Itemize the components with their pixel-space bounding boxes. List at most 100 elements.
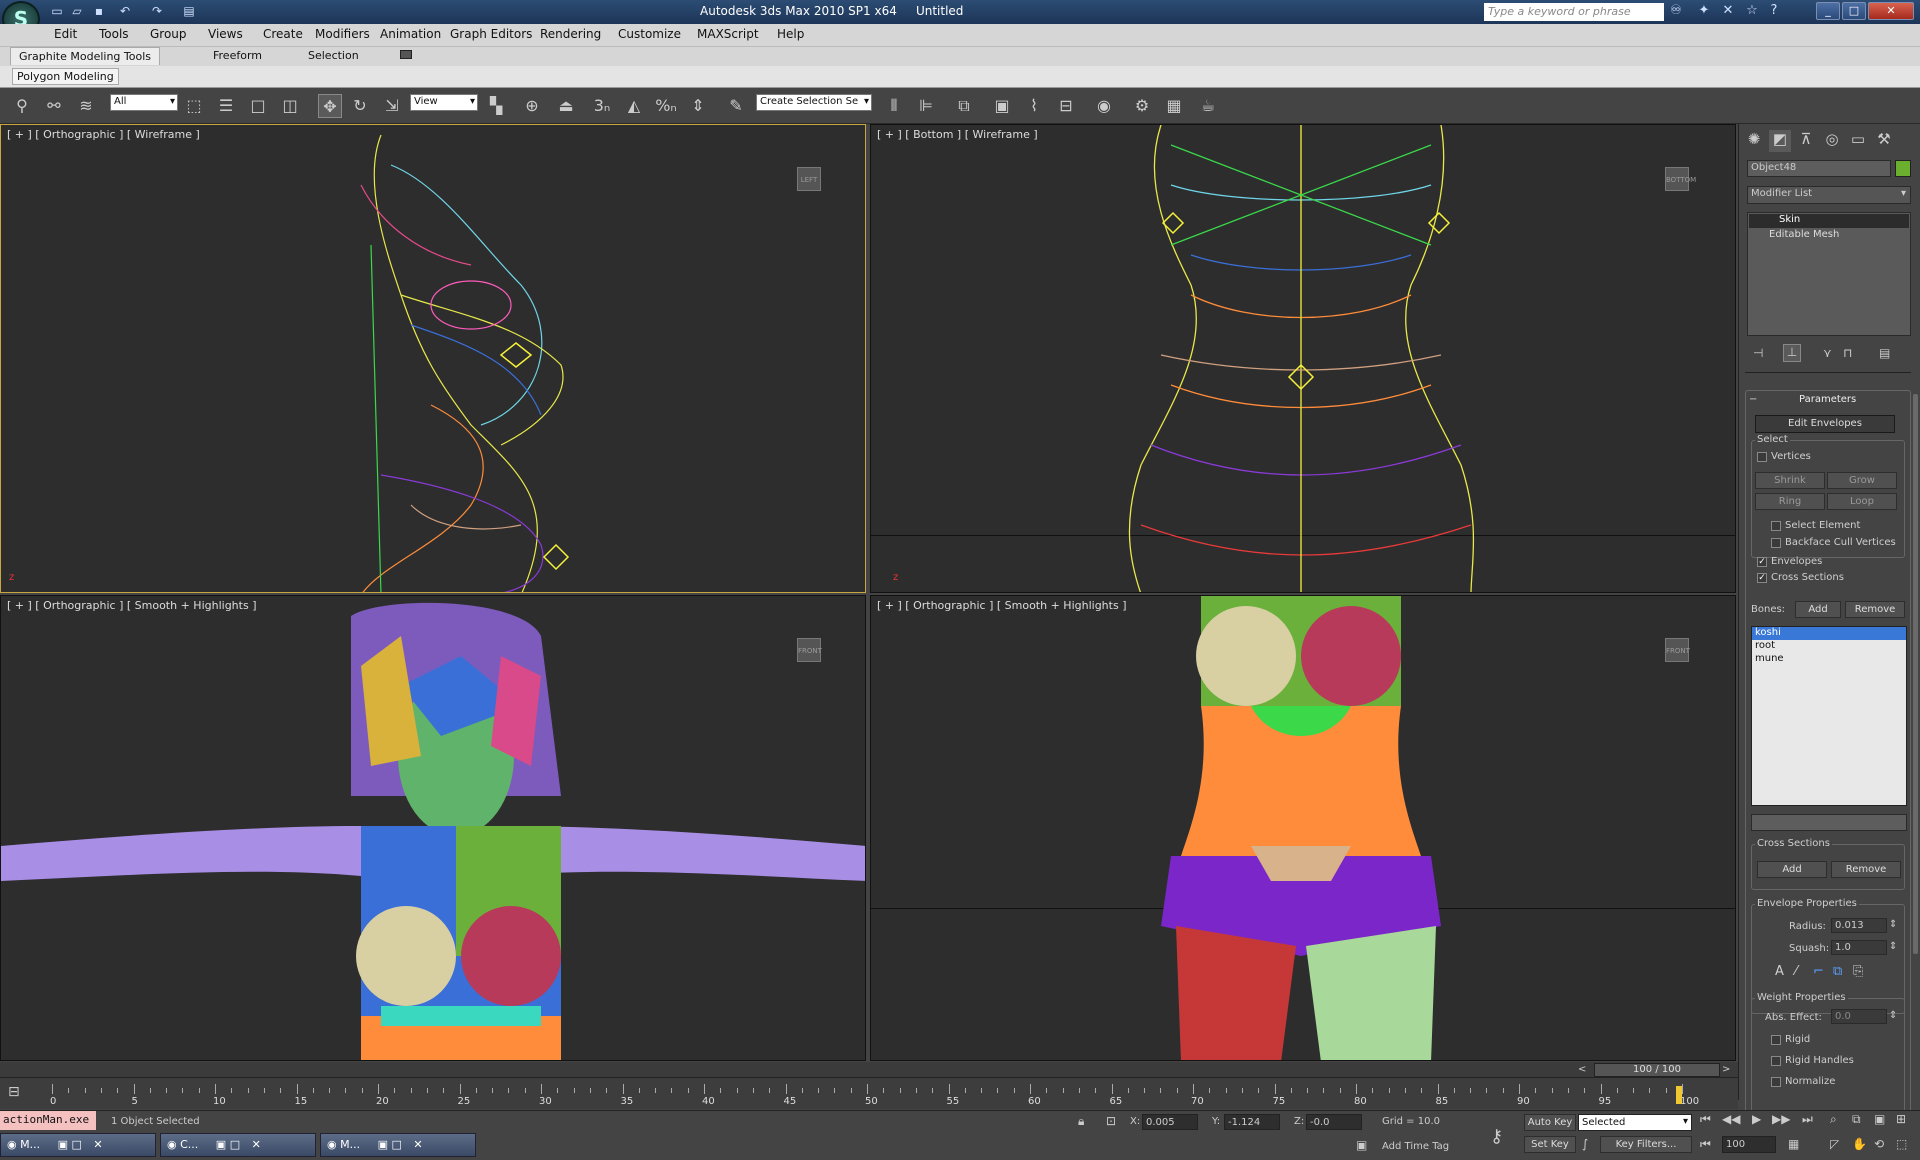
tab-graphite-modeling-tools[interactable]: Graphite Modeling Tools [10,47,161,65]
time-slider-next-icon[interactable]: > [1722,1064,1730,1075]
restore-icon[interactable]: ▣ [58,1138,68,1151]
loop-button[interactable]: Loop [1827,493,1897,510]
motion-tab-icon[interactable]: ◎ [1821,130,1843,152]
remove-cross-section-button[interactable]: Remove [1831,861,1901,878]
select-and-scale-icon[interactable]: ⇲ [380,94,404,118]
grow-button[interactable]: Grow [1827,472,1897,489]
previous-frame-icon[interactable]: ◀◀ [1722,1112,1740,1126]
key-mode-toggle-icon[interactable]: ⏮ [1700,1137,1711,1152]
spinner-arrows-icon[interactable]: ⇕ [1889,919,1897,930]
time-configuration-icon[interactable]: ▦ [1788,1137,1799,1151]
window-crossing-icon[interactable]: ◫ [278,94,302,118]
mini-curve-editor-icon[interactable]: ⊟ [8,1084,32,1102]
keyboard-shortcut-override-icon[interactable]: ⏏ [554,94,578,118]
viewport-top-left[interactable]: [ + ] [ Orthographic ] [ Wireframe ] z L… [0,124,866,593]
add-time-tag-button[interactable]: Add Time Tag [1382,1141,1449,1152]
maximize-icon[interactable]: □ [72,1138,82,1151]
play-icon[interactable]: ▶ [1752,1112,1761,1126]
selection-filter-dropdown[interactable]: All [110,94,178,111]
search-input[interactable]: Type a keyword or phrase [1484,3,1664,21]
reference-coordinate-dropdown[interactable]: View [410,94,478,111]
project-folder-icon[interactable]: ▤ [180,4,198,20]
minimize-button[interactable]: _ [1816,2,1840,20]
abs-effect-spinner[interactable]: 0.0 [1831,1009,1887,1024]
graphite-toggle-icon[interactable]: ▣ [990,94,1014,118]
menu-help[interactable]: Help [777,27,804,41]
go-to-start-icon[interactable]: ⏮ [1700,1112,1711,1127]
maximize-viewport-icon[interactable]: ⬚ [1896,1137,1907,1151]
rollout-collapse-icon[interactable]: − [1749,394,1757,405]
maximize-button[interactable]: □ [1842,2,1866,20]
object-color-swatch[interactable] [1895,160,1911,177]
create-tab-icon[interactable]: ✺ [1743,130,1765,152]
time-slider-thumb[interactable]: 100 / 100 [1594,1063,1720,1077]
bone-name-field[interactable] [1751,814,1907,831]
y-coordinate-field[interactable]: -1.124 [1224,1114,1280,1130]
modify-tab-icon[interactable]: ◩ [1769,130,1791,152]
squash-spinner[interactable]: 1.0 [1831,940,1887,955]
make-unique-icon[interactable]: ⋎ [1823,346,1832,360]
current-frame-marker[interactable] [1676,1086,1682,1104]
save-icon[interactable]: ▪ [90,4,108,20]
absolute-mode-icon[interactable]: ⊡ [1106,1114,1116,1128]
curve-editor-icon[interactable]: ⌇ [1022,94,1046,118]
set-key-mode-icon[interactable]: ⚷ [1490,1126,1503,1147]
copy-envelope-icon[interactable]: ⧉ [1833,964,1842,979]
list-item[interactable]: koshi [1752,627,1906,640]
select-by-name-icon[interactable]: ☰ [214,94,238,118]
x-coordinate-field[interactable]: 0.005 [1142,1114,1198,1130]
list-item[interactable]: root [1752,640,1906,653]
zoom-all-icon[interactable]: ⧉ [1852,1112,1861,1127]
viewport-bottom-right[interactable]: [ + ] [ Orthographic ] [ Smooth + Highli… [870,595,1736,1061]
ribbon-toggle-icon[interactable] [400,50,412,59]
unlink-icon[interactable]: ⚯ [42,94,66,118]
pivot-center-icon[interactable]: ▚ [484,94,508,118]
edit-named-selection-icon[interactable]: ✎ [724,94,748,118]
percent-snap-icon[interactable]: %ₙ [654,94,678,118]
help-icon[interactable]: ? [1764,3,1784,21]
pin-stack-icon[interactable]: ⊣ [1753,346,1763,360]
close-icon[interactable]: ✕ [413,1138,422,1151]
normalize-checkbox[interactable] [1771,1077,1781,1087]
key-filters-button[interactable]: Key Filters... [1600,1136,1692,1153]
close-icon[interactable]: ✕ [93,1138,102,1151]
maximize-icon[interactable]: □ [230,1138,240,1151]
new-file-icon[interactable]: ▭ [48,4,66,20]
menu-tools[interactable]: Tools [99,27,129,41]
spinner-arrows-icon[interactable]: ⇕ [1889,941,1897,952]
render-production-icon[interactable]: ☕ [1196,94,1220,118]
select-element-checkbox[interactable] [1771,521,1781,531]
redo-icon[interactable]: ↷ [148,4,166,20]
paste-envelope-icon[interactable]: ⎘ [1853,964,1863,979]
render-setup-icon[interactable]: ⚙ [1130,94,1154,118]
tab-freeform[interactable]: Freeform [205,47,270,65]
menu-rendering[interactable]: Rendering [540,27,601,41]
menu-group[interactable]: Group [150,27,187,41]
favorites-star-icon[interactable]: ☆ [1742,3,1762,21]
bones-list[interactable]: koshi root mune [1751,626,1907,806]
remove-modifier-icon[interactable]: ⊓ [1843,346,1852,360]
close-button[interactable]: ✕ [1868,2,1914,20]
rendered-frame-window-icon[interactable]: ▦ [1162,94,1186,118]
manipulate-icon[interactable]: ⊕ [520,94,544,118]
menu-graph-editors[interactable]: Graph Editors [450,27,532,41]
select-and-link-icon[interactable]: ⚲ [10,94,34,118]
viewcube-icon[interactable]: FRONT [1665,638,1690,662]
display-tab-icon[interactable]: ▭ [1847,130,1869,152]
viewcube-icon[interactable]: FRONT [797,638,822,662]
backface-cull-checkbox[interactable] [1771,538,1781,548]
angle-snap-icon[interactable]: ◭ [622,94,646,118]
list-item[interactable]: mune [1752,653,1906,666]
viewport-top-right[interactable]: [ + ] [ Bottom ] [ Wireframe ] z BOTTOM [870,124,1736,593]
envelopes-checkbox[interactable]: ✓ [1757,557,1767,567]
key-mode-dropdown[interactable]: Selected ▾ [1578,1114,1692,1131]
field-of-view-icon[interactable]: ◸ [1830,1137,1839,1151]
absolute-relative-icon[interactable]: A [1775,964,1784,979]
z-coordinate-field[interactable]: -0.0 [1306,1114,1362,1130]
restore-icon[interactable]: ▣ [216,1138,226,1151]
bind-spacewarp-icon[interactable]: ≋ [74,94,98,118]
zoom-extents-icon[interactable]: ▣ [1874,1112,1885,1126]
time-slider-prev-icon[interactable]: < [1578,1064,1586,1075]
orbit-icon[interactable]: ⟲ [1874,1137,1884,1151]
add-bone-button[interactable]: Add [1795,601,1841,618]
